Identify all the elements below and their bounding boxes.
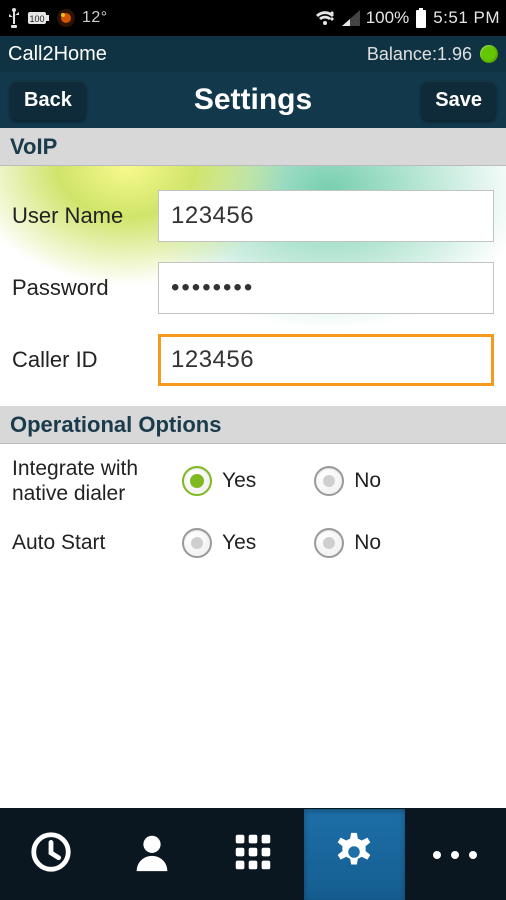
bottom-nav (0, 808, 506, 900)
callerid-label: Caller ID (12, 347, 158, 373)
nav-keypad[interactable] (202, 809, 303, 900)
integrate-no-option[interactable]: No (314, 466, 381, 496)
app-notification-icon (56, 8, 76, 28)
password-input[interactable] (158, 262, 494, 314)
person-icon (129, 829, 175, 880)
autostart-label: Auto Start (12, 530, 182, 555)
autostart-yes-option[interactable]: Yes (182, 528, 256, 558)
svg-text:100: 100 (29, 14, 44, 24)
battery-small-icon: 100 (28, 10, 50, 26)
toolbar: Back Settings Save (0, 72, 506, 128)
android-status-bar: 100 12° 100% 5:51 PM (0, 0, 506, 36)
nav-recent[interactable] (0, 809, 101, 900)
battery-icon (415, 8, 427, 28)
radio-off-icon (314, 528, 344, 558)
gear-icon (331, 829, 377, 880)
status-dot-icon (480, 45, 498, 63)
nav-contacts[interactable] (101, 809, 202, 900)
voip-form: User Name Password Caller ID (0, 166, 506, 406)
balance-text: Balance:1.96 (367, 44, 472, 65)
autostart-no-option[interactable]: No (314, 528, 381, 558)
app-title: Call2Home (8, 43, 367, 66)
integrate-yes-option[interactable]: Yes (182, 466, 256, 496)
operational-options: Integrate with native dialer Yes No Auto… (0, 444, 506, 584)
username-label: User Name (12, 203, 158, 229)
callerid-input[interactable] (158, 334, 494, 386)
clock-label: 5:51 PM (433, 8, 500, 28)
back-button[interactable]: Back (10, 81, 86, 120)
integrate-label: Integrate with native dialer (12, 456, 182, 506)
nav-more[interactable] (405, 809, 506, 900)
radio-on-icon (182, 466, 212, 496)
spacer (0, 584, 506, 808)
radio-off-icon (314, 466, 344, 496)
clock-icon (28, 829, 74, 880)
username-input[interactable] (158, 190, 494, 242)
signal-icon (342, 10, 360, 26)
temperature-label: 12° (82, 9, 108, 27)
wifi-icon (314, 9, 336, 27)
usb-icon (6, 8, 22, 28)
password-label: Password (12, 275, 158, 301)
section-header-voip: VoIP (0, 128, 506, 166)
battery-percent-label: 100% (366, 8, 409, 28)
save-button[interactable]: Save (421, 81, 496, 120)
radio-off-icon (182, 528, 212, 558)
keypad-icon (230, 829, 276, 880)
balance-bar: Call2Home Balance:1.96 (0, 36, 506, 72)
section-header-operational: Operational Options (0, 406, 506, 444)
more-icon (433, 851, 477, 859)
nav-settings[interactable] (304, 809, 405, 900)
